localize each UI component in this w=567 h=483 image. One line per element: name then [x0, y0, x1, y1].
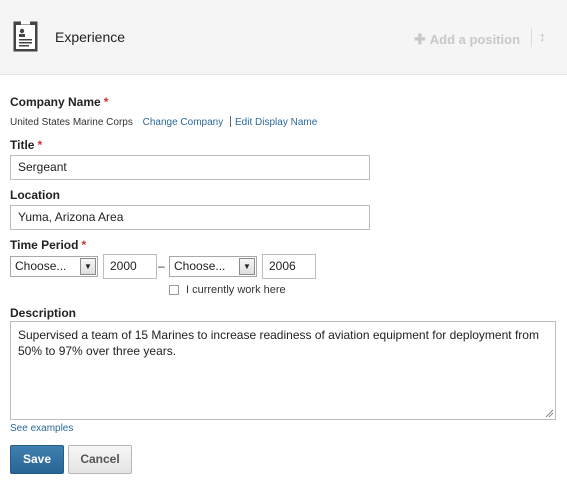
company-name-label: Company Name * [10, 95, 109, 109]
add-position-button[interactable]: ✚ Add a position [414, 31, 520, 48]
plus-icon: ✚ [414, 31, 426, 47]
see-examples-link[interactable]: See examples [10, 423, 73, 434]
end-year-input[interactable]: 2006 [262, 254, 316, 279]
chevron-down-icon: ▼ [239, 258, 255, 275]
company-name-value: United States Marine Corps [10, 117, 133, 128]
current-position-row: I currently work here [169, 284, 286, 296]
description-text: Supervised a team of 15 Marines to incre… [18, 328, 539, 358]
location-input[interactable]: Yuma, Arizona Area [10, 205, 370, 230]
start-month-select[interactable]: Choose... ▼ [10, 256, 98, 277]
save-button[interactable]: Save [10, 445, 64, 474]
required-marker: * [103, 95, 109, 109]
required-marker: * [37, 138, 43, 152]
cancel-button[interactable]: Cancel [68, 445, 132, 474]
start-month-value: Choose... [15, 259, 67, 273]
edit-display-name-link[interactable]: Edit Display Name [235, 117, 317, 128]
end-month-value: Choose... [174, 259, 226, 273]
add-position-label: Add a position [429, 32, 521, 47]
time-period-label: Time Period * [10, 238, 87, 252]
reorder-arrows-icon[interactable]: ↕ [539, 29, 546, 44]
current-position-label: I currently work here [186, 284, 286, 296]
chevron-down-icon: ▼ [80, 258, 96, 275]
header-divider [531, 28, 532, 47]
description-label: Description [10, 306, 77, 320]
section-title: Experience [55, 29, 126, 45]
company-line: United States Marine Corps Change Compan… [10, 116, 317, 128]
date-separator: – [158, 259, 165, 273]
change-company-link[interactable]: Change Company [143, 117, 224, 128]
title-label: Title * [10, 138, 43, 152]
title-input[interactable]: Sergeant [10, 155, 370, 180]
location-label: Location [10, 188, 60, 202]
end-month-select[interactable]: Choose... ▼ [169, 256, 257, 277]
section-header: Experience ✚ Add a position ↕ [0, 0, 567, 75]
resize-grip-icon[interactable] [545, 409, 553, 417]
current-position-checkbox[interactable] [169, 285, 179, 295]
document-icon [13, 21, 38, 52]
description-textarea[interactable]: Supervised a team of 15 Marines to incre… [10, 321, 556, 420]
start-year-input[interactable]: 2000 [103, 254, 157, 279]
required-marker: * [81, 238, 87, 252]
link-divider [230, 116, 232, 127]
